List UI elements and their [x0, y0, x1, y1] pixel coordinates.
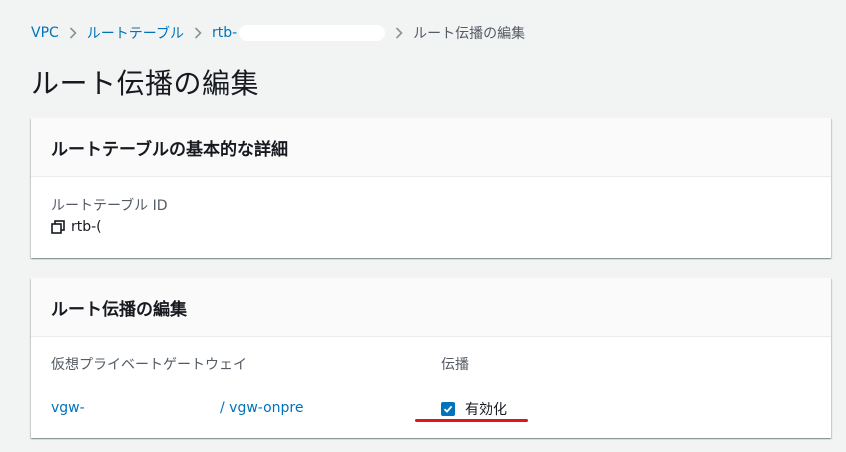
- breadcrumb-route-table-id: rtb-: [211, 25, 238, 41]
- vgw-id-link[interactable]: vgw-: [51, 400, 85, 416]
- breadcrumb-vpc-link[interactable]: VPC: [31, 25, 59, 41]
- enable-label: 有効化: [465, 402, 507, 418]
- panel-header: ルートテーブルの基本的な詳細: [31, 118, 831, 177]
- panel-header: ルート伝播の編集: [31, 278, 831, 337]
- copy-icon[interactable]: [51, 220, 65, 234]
- chevron-right-icon: [59, 27, 87, 39]
- vgw-name-link[interactable]: / vgw-onpre: [220, 400, 304, 416]
- route-table-id-value: rtb-(: [71, 219, 102, 235]
- annotation-underline: [415, 419, 528, 422]
- breadcrumb-route-table-link[interactable]: rtb-: [211, 25, 386, 41]
- breadcrumb-current: ルート伝播の編集: [413, 26, 526, 42]
- route-propagation-panel: ルート伝播の編集 仮想プライベートゲートウェイ 伝播 vgw- / vgw-on…: [31, 278, 831, 438]
- chevron-right-icon: [385, 27, 413, 39]
- redaction-mask: [239, 25, 386, 41]
- check-icon: [443, 405, 453, 413]
- route-table-id-row: rtb-(: [51, 219, 102, 235]
- chevron-right-icon: [184, 27, 212, 39]
- panel-title: ルートテーブルの基本的な詳細: [51, 139, 288, 160]
- propagation-enable-toggle[interactable]: 有効化: [441, 399, 507, 419]
- column-header-propagation: 伝播: [441, 357, 469, 373]
- page-title: ルート伝播の編集: [31, 67, 260, 100]
- column-header-gateway: 仮想プライベートゲートウェイ: [51, 357, 247, 373]
- panel-title: ルート伝播の編集: [51, 299, 187, 320]
- route-table-id-label: ルートテーブル ID: [51, 198, 168, 214]
- route-table-details-panel: ルートテーブルの基本的な詳細 ルートテーブル ID rtb-(: [31, 118, 831, 258]
- breadcrumb: VPC ルートテーブル rtb- ルート伝播の編集: [31, 24, 525, 42]
- breadcrumb-route-tables-link[interactable]: ルートテーブル: [87, 23, 184, 43]
- checkbox-checked[interactable]: [441, 402, 455, 416]
